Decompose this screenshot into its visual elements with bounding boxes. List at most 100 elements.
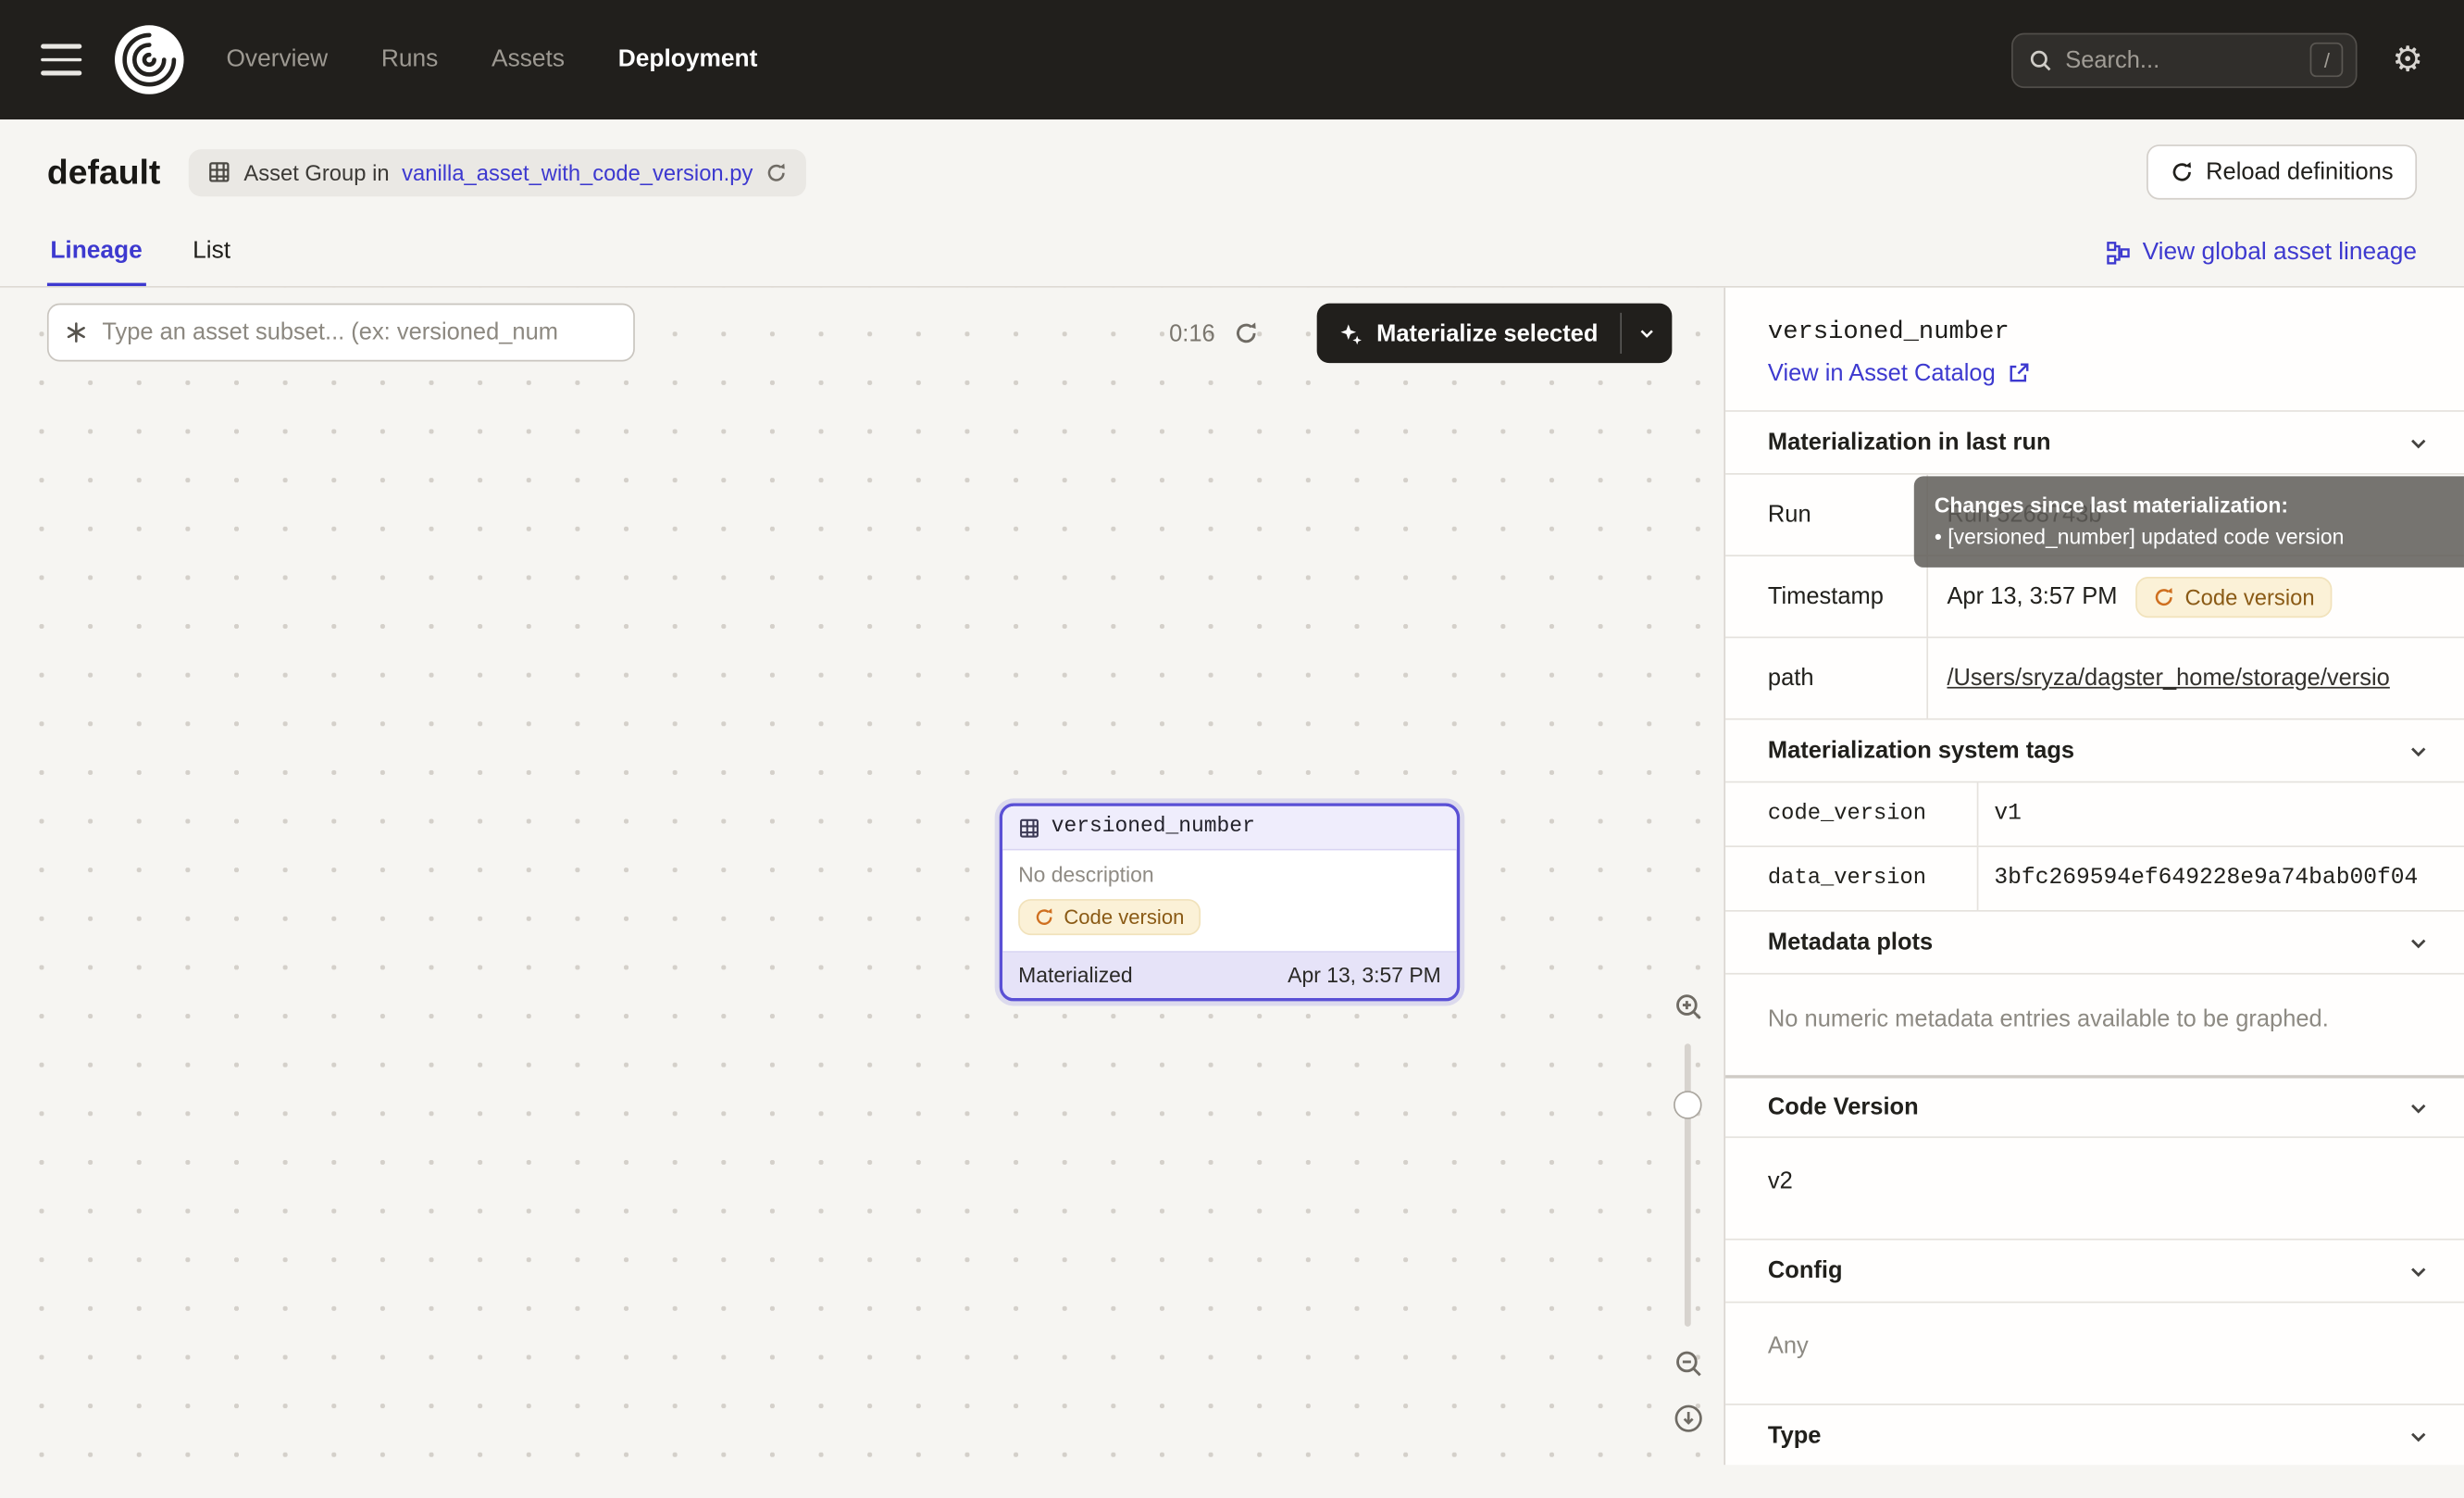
timer-value: 0:16 (1169, 319, 1215, 346)
menu-icon[interactable] (41, 44, 81, 75)
chevron-down-icon[interactable] (2408, 931, 2430, 954)
code-version-tag-label: Code version (1064, 905, 1184, 929)
section-heading: Type (1768, 1422, 1822, 1449)
chevron-down-icon[interactable] (2408, 1096, 2430, 1118)
tab-lineage[interactable]: Lineage (47, 231, 145, 286)
asset-subset-input[interactable] (102, 319, 617, 346)
search-box[interactable]: / (2012, 32, 2358, 87)
zoom-slider-handle[interactable] (1674, 1091, 1702, 1119)
section-materialization-system-tags: Materialization system tags (1725, 720, 2464, 783)
download-view-icon[interactable] (1673, 1404, 1702, 1433)
tab-list[interactable]: List (190, 231, 234, 286)
sparkle-icon (1338, 321, 1362, 344)
chevron-down-icon[interactable] (2408, 431, 2430, 454)
row-label: Run (1725, 475, 1928, 556)
metadata-empty-message: No numeric metadata entries available to… (1725, 975, 2464, 1076)
materialize-dropdown-button[interactable] (1622, 304, 1672, 364)
nav-item-overview[interactable]: Overview (226, 45, 328, 74)
refresh-icon[interactable] (1234, 320, 1259, 345)
search-input[interactable] (2065, 46, 2297, 73)
timestamp-value: Apr 13, 3:57 PM (1947, 583, 2117, 610)
search-shortcut-key: / (2310, 43, 2344, 77)
code-version-current: v2 (1725, 1138, 2464, 1240)
section-heading: Code Version (1768, 1094, 1919, 1121)
view-tabs: Lineage List (47, 231, 234, 286)
zoom-in-icon[interactable] (1673, 992, 1702, 1021)
section-type: Type (1725, 1405, 2464, 1466)
chevron-down-icon[interactable] (2408, 740, 2430, 762)
asset-details-panel: Changes since last materialization: • [v… (1724, 288, 2464, 1466)
nav-links: Overview Runs Assets Deployment (226, 45, 757, 74)
section-heading: Materialization system tags (1768, 737, 2074, 764)
section-metadata-plots: Metadata plots (1725, 912, 2464, 975)
dagster-logo-icon[interactable] (113, 23, 185, 95)
lineage-graph-icon (2107, 241, 2132, 266)
asset-group-badge: Asset Group in vanilla_asset_with_code_v… (189, 148, 806, 195)
tooltip-title: Changes since last materialization: (1935, 491, 2444, 521)
code-version-tag[interactable]: Code version (2136, 576, 2332, 617)
table-row-timestamp: Timestamp Apr 13, 3:57 PM Code version (1725, 556, 2464, 638)
refresh-icon (2170, 160, 2193, 183)
code-version-tag[interactable]: Code version (1018, 899, 1200, 935)
asset-subset-filter[interactable] (47, 304, 635, 362)
badge-file-link[interactable]: vanilla_asset_with_code_version.py (402, 159, 753, 184)
asset-node-status: Materialized Apr 13, 3:57 PM (1002, 951, 1457, 998)
table-icon (1018, 817, 1040, 839)
asset-node-header: versioned_number (1002, 806, 1457, 851)
gear-icon[interactable]: ⚙ (2392, 43, 2423, 77)
section-heading: Metadata plots (1768, 929, 1933, 955)
row-label: path (1725, 638, 1928, 718)
top-nav: Overview Runs Assets Deployment / ⚙ (0, 0, 2464, 119)
reload-definitions-label: Reload definitions (2206, 158, 2393, 185)
zoom-controls (1664, 992, 1711, 1433)
nav-item-deployment[interactable]: Deployment (618, 45, 758, 74)
view-global-asset-lineage-link[interactable]: View global asset lineage (2107, 239, 2418, 286)
section-heading: Materialization in last run (1768, 429, 2051, 456)
asset-node-description: No description (1002, 850, 1457, 893)
table-row-code-version: code_version v1 (1725, 782, 2464, 847)
asset-node-versioned-number[interactable]: versioned_number No description Code ver… (1000, 804, 1460, 1002)
config-value: Any (1725, 1303, 2464, 1404)
search-icon (2029, 48, 2052, 71)
code-version-icon (2154, 585, 2176, 607)
chevron-down-icon[interactable] (2408, 1260, 2430, 1282)
app: Overview Runs Assets Deployment / ⚙ defa… (0, 0, 2464, 1498)
zoom-out-icon[interactable] (1673, 1349, 1702, 1379)
section-config: Config (1725, 1240, 2464, 1303)
code-version-tag-label: Code version (2184, 584, 2314, 609)
global-lineage-label: View global asset lineage (2143, 239, 2417, 268)
grid-icon (207, 160, 230, 183)
badge-prefix: Asset Group in (243, 159, 389, 184)
page-header: default Asset Group in vanilla_asset_wit… (0, 119, 2464, 286)
row-label: code_version (1725, 782, 1978, 845)
data-version-value: 3bfc269594ef649228e9a74bab00f04 (1978, 847, 2464, 910)
materialized-time: Apr 13, 3:57 PM (1288, 964, 1441, 987)
code-version-value: v1 (1978, 782, 2464, 845)
catalog-link-label: View in Asset Catalog (1768, 360, 1996, 387)
chevron-down-icon[interactable] (2408, 1425, 2430, 1447)
table-row-path: path /Users/sryza/dagster_home/storage/v… (1725, 638, 2464, 719)
asset-name: versioned_number (1768, 318, 2421, 346)
view-in-asset-catalog-link[interactable]: View in Asset Catalog (1768, 360, 2421, 387)
section-heading: Config (1768, 1257, 1843, 1284)
external-link-icon (2007, 361, 2030, 384)
row-label: Timestamp (1725, 556, 1928, 637)
nav-item-assets[interactable]: Assets (492, 45, 565, 74)
row-label: data_version (1725, 847, 1978, 910)
section-materialization-last-run: Materialization in last run (1725, 412, 2464, 475)
path-link[interactable]: /Users/sryza/dagster_home/storage/versio (1947, 665, 2389, 692)
code-version-icon (1034, 907, 1054, 928)
asset-graph-icon (65, 320, 88, 343)
refresh-icon[interactable] (765, 161, 788, 183)
refresh-timer: 0:16 (1169, 305, 1259, 361)
reload-definitions-button[interactable]: Reload definitions (2147, 144, 2417, 199)
zoom-slider[interactable] (1685, 1043, 1691, 1327)
page-title: default (47, 152, 160, 193)
materialize-label: Materialize selected (1376, 319, 1598, 346)
materialize-selected-button[interactable]: Materialize selected (1317, 304, 1673, 364)
nav-item-runs[interactable]: Runs (381, 45, 438, 74)
materialized-label: Materialized (1018, 964, 1133, 987)
changes-tooltip: Changes since last materialization: • [v… (1914, 476, 2464, 568)
lineage-canvas[interactable]: 0:16 Materialize selected (0, 288, 1724, 1466)
table-row-data-version: data_version 3bfc269594ef649228e9a74bab0… (1725, 847, 2464, 912)
